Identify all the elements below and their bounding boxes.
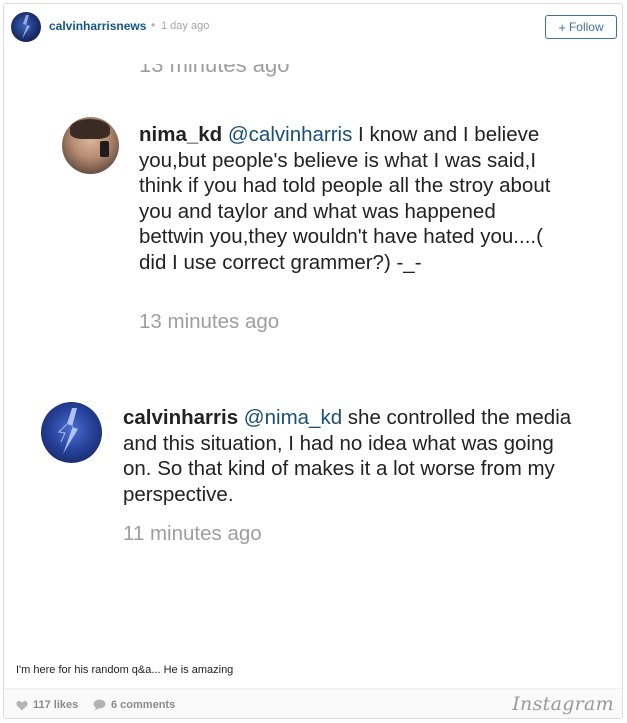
separator-dot: • [151,18,156,32]
comment-mention: @nima_kd [243,406,343,429]
avatar-hair [70,119,110,139]
instagram-logo[interactable]: Instagram [512,693,614,715]
lightning-icon [57,408,78,454]
avatar-phone [100,141,109,157]
speech-bubble-icon [93,699,106,711]
commenter-avatar-nima [62,117,119,174]
post-image[interactable]: 13 minutes ago nima_kd @calvinharris I k… [4,52,622,652]
comments-count[interactable]: 6 comments [93,699,175,711]
follow-label: Follow [568,20,604,34]
follow-button[interactable]: + Follow [545,15,617,39]
comment-text: calvinharris @nima_kd she controlled the… [123,405,583,507]
comments-label: 6 comments [111,699,176,711]
profile-avatar[interactable] [11,12,41,42]
comment-text: nima_kd @calvinharris I know and I belie… [139,122,559,275]
post-footer: 117 likes 6 comments Instagram [4,688,622,718]
comment-mention: @calvinharris [227,123,353,146]
lightning-icon [22,15,30,39]
comment-time: 11 minutes ago [123,522,262,545]
post-time: 1 day ago [161,20,210,32]
commenter-avatar-calvinharris [41,402,102,463]
instagram-embed-card: calvinharrisnews • 1 day ago + Follow 13… [3,3,623,719]
cropped-timestamp-text: 13 minutes ago [139,64,290,77]
comment-time: 13 minutes ago [139,310,280,333]
likes-label: 117 likes [33,699,79,711]
cropped-timestamp: 13 minutes ago [139,64,289,78]
comment-author: nima_kd [139,123,223,146]
plus-icon: + [558,19,566,35]
likes-count[interactable]: 117 likes [16,699,78,711]
username-link[interactable]: calvinharrisnews [49,19,146,33]
heart-icon [16,700,28,710]
post-header: calvinharrisnews • 1 day ago + Follow [4,4,622,52]
post-caption: I'm here for his random q&a... He is ama… [16,664,234,676]
comment-author: calvinharris [123,406,239,429]
